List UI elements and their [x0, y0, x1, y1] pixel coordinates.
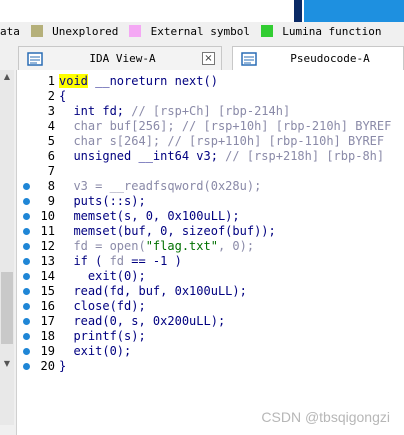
line-number: 16: [40, 299, 55, 313]
line-number: 15: [40, 284, 55, 298]
code-line[interactable]: 19 exit(0);: [17, 344, 404, 359]
breakpoint-dot-icon[interactable]: [23, 213, 30, 220]
breakpoint-dot-icon[interactable]: [23, 318, 30, 325]
legend-cut-label: ata: [0, 24, 20, 38]
breakpoint-dot-icon[interactable]: [23, 198, 30, 205]
code-line[interactable]: 5 char s[264]; // [rsp+110h] [rbp-110h] …: [17, 134, 404, 149]
breakpoint-dot-icon[interactable]: [23, 348, 30, 355]
line-number: 13: [40, 254, 55, 268]
tab-ida-view-a[interactable]: IDA View-A ×: [18, 46, 222, 70]
code-text[interactable]: read(fd, buf, 0x100uLL);: [59, 284, 246, 299]
tab-bar: IDA View-A × Pseudocode-A: [0, 44, 404, 70]
line-number: 11: [40, 224, 55, 238]
navigation-band-segment: [294, 0, 302, 22]
breakpoint-dot-icon[interactable]: [23, 303, 30, 310]
line-number: 19: [40, 344, 55, 358]
code-line[interactable]: 4 char buf[256]; // [rsp+10h] [rbp-210h]…: [17, 119, 404, 134]
code-text[interactable]: exit(0);: [59, 269, 146, 284]
code-line[interactable]: 7: [17, 164, 404, 179]
vertical-scrollbar[interactable]: ▲ ▼: [0, 70, 14, 425]
breakpoint-dot-icon[interactable]: [23, 228, 30, 235]
code-text[interactable]: read(0, s, 0x200uLL);: [59, 314, 225, 329]
code-line[interactable]: 3 int fd; // [rsp+Ch] [rbp-214h]: [17, 104, 404, 119]
breakpoint-dot-icon[interactable]: [23, 183, 30, 190]
code-text[interactable]: unsigned __int64 v3; // [rsp+218h] [rbp-…: [59, 149, 384, 164]
line-number: 9: [47, 194, 55, 208]
breakpoint-dot-icon[interactable]: [23, 288, 30, 295]
code-line[interactable]: 13 if ( fd == -1 ): [17, 254, 404, 269]
line-number: 5: [47, 134, 55, 148]
code-text[interactable]: if ( fd == -1 ): [59, 254, 181, 269]
breakpoint-dot-icon[interactable]: [23, 363, 30, 370]
line-number: 3: [47, 104, 55, 118]
line-number: 12: [40, 239, 55, 253]
tab-label: Pseudocode-A: [290, 52, 370, 65]
code-line[interactable]: 17 read(0, s, 0x200uLL);: [17, 314, 404, 329]
navigation-band-segment: [304, 0, 404, 22]
code-line[interactable]: 20}: [17, 359, 404, 374]
tab-pseudocode-a[interactable]: Pseudocode-A: [232, 46, 404, 70]
breakpoint-dot-icon[interactable]: [23, 333, 30, 340]
color-legend: ata Unexplored External symbol Lumina fu…: [0, 24, 404, 42]
code-text[interactable]: void __noreturn next(): [59, 74, 218, 89]
code-line[interactable]: 16 close(fd);: [17, 299, 404, 314]
line-number: 17: [40, 314, 55, 328]
breakpoint-dot-icon[interactable]: [23, 258, 30, 265]
legend-swatch-external-symbol: [128, 25, 141, 37]
scrollbar-thumb[interactable]: [1, 272, 13, 344]
line-number: 7: [47, 164, 55, 178]
code-text[interactable]: }: [59, 359, 66, 374]
scroll-up-icon[interactable]: ▲: [0, 70, 14, 84]
code-text[interactable]: char s[264]; // [rsp+110h] [rbp-110h] BY…: [59, 134, 384, 149]
code-text[interactable]: memset(s, 0, 0x100uLL);: [59, 209, 239, 224]
line-number: 4: [47, 119, 55, 133]
code-line[interactable]: 1 void __noreturn next(): [17, 74, 404, 89]
code-line[interactable]: 10 memset(s, 0, 0x100uLL);: [17, 209, 404, 224]
code-line[interactable]: 6 unsigned __int64 v3; // [rsp+218h] [rb…: [17, 149, 404, 164]
code-line[interactable]: 11 memset(buf, 0, sizeof(buf));: [17, 224, 404, 239]
line-number: 8: [47, 179, 55, 193]
code-text[interactable]: puts(::s);: [59, 194, 145, 209]
code-text[interactable]: memset(buf, 0, sizeof(buf));: [59, 224, 275, 239]
line-number: 10: [40, 209, 55, 223]
legend-label-lumina-function: Lumina function: [282, 24, 382, 38]
tab-label: IDA View-A: [89, 52, 156, 65]
line-number: 2: [47, 89, 55, 103]
code-line[interactable]: 8 v3 = __readfsqword(0x28u);: [17, 179, 404, 194]
close-icon[interactable]: ×: [202, 52, 215, 65]
code-text[interactable]: fd = open("flag.txt", 0);: [59, 239, 254, 254]
code-text[interactable]: {: [59, 89, 66, 104]
code-line[interactable]: 12 fd = open("flag.txt", 0);: [17, 239, 404, 254]
legend-label-external-symbol: External symbol: [150, 24, 250, 38]
legend-label-unexplored: Unexplored: [52, 24, 119, 38]
line-number: 20: [40, 359, 55, 373]
watermark: CSDN @tbsqigongzi: [261, 409, 390, 425]
code-text[interactable]: v3 = __readfsqword(0x28u);: [59, 179, 261, 194]
code-text[interactable]: char buf[256]; // [rsp+10h] [rbp-210h] B…: [59, 119, 391, 134]
ida-view-icon: [27, 51, 43, 66]
line-number: 18: [40, 329, 55, 343]
code-line[interactable]: 9 puts(::s);: [17, 194, 404, 209]
legend-swatch-unexplored: [30, 25, 43, 37]
legend-swatch-lumina-function: [260, 25, 273, 37]
line-number: 14: [40, 269, 55, 283]
scroll-down-icon[interactable]: ▼: [0, 357, 14, 371]
code-text[interactable]: exit(0);: [59, 344, 131, 359]
pseudocode-icon: [241, 51, 257, 66]
code-line[interactable]: 2{: [17, 89, 404, 104]
code-text[interactable]: int fd; // [rsp+Ch] [rbp-214h]: [59, 104, 290, 119]
code-line[interactable]: 14 exit(0);: [17, 269, 404, 284]
breakpoint-dot-icon[interactable]: [23, 243, 30, 250]
code-line[interactable]: 18 printf(s);: [17, 329, 404, 344]
line-number: 6: [47, 149, 55, 163]
code-line[interactable]: 15 read(fd, buf, 0x100uLL);: [17, 284, 404, 299]
code-text[interactable]: close(fd);: [59, 299, 145, 314]
top-strip: [0, 0, 404, 22]
line-number: 1: [47, 74, 55, 88]
pseudocode-editor[interactable]: 1 void __noreturn next() 2{3 int fd; // [r…: [16, 70, 404, 435]
code-text[interactable]: printf(s);: [59, 329, 145, 344]
breakpoint-dot-icon[interactable]: [23, 273, 30, 280]
